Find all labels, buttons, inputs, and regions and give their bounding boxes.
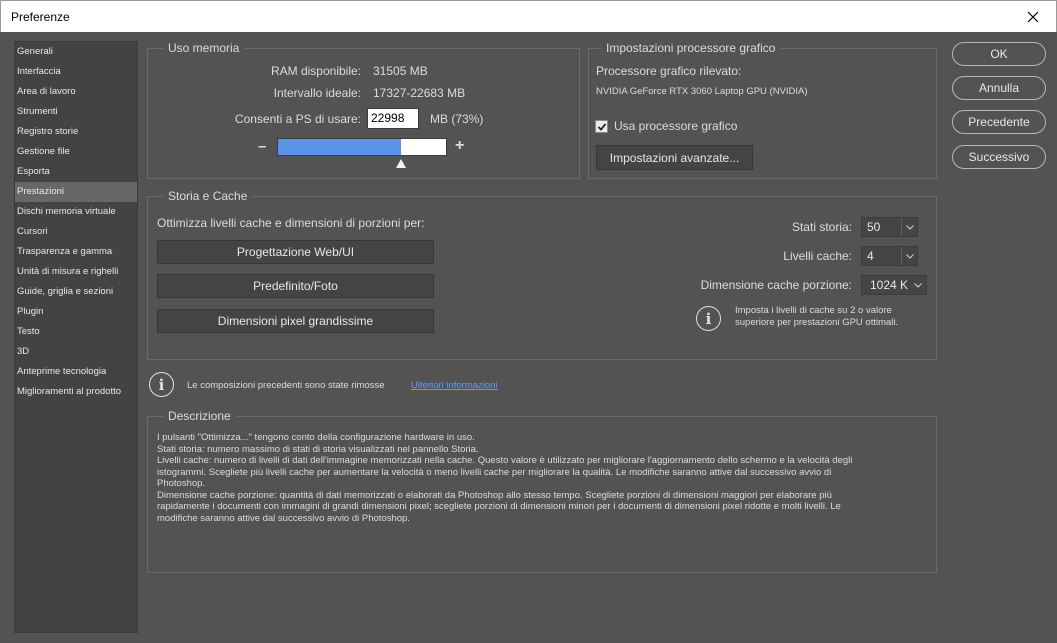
close-icon (1027, 11, 1039, 22)
cache-levels-label: Livelli cache: (783, 249, 852, 263)
description-text: I pulsanti "Ottimizza..." tengono conto … (157, 432, 932, 524)
history-states-label: Stati storia: (791, 220, 852, 234)
cache-hint-line2: superiore per prestazioni GPU ottimali. (735, 317, 899, 328)
next-button[interactable]: Successivo (952, 145, 1046, 169)
sidebar-item[interactable]: Cursori (15, 222, 137, 242)
use-gpu-checkbox[interactable] (595, 120, 608, 133)
optimize-default-photo-button[interactable]: Predefinito/Foto (157, 274, 434, 298)
description-line: Photoshop. (157, 478, 206, 489)
sidebar-item[interactable]: Anteprime tecnologia (15, 362, 137, 382)
optimize-label: Ottimizza livelli cache e dimensioni di … (157, 216, 425, 230)
ok-button[interactable]: OK (952, 42, 1046, 66)
notice-text: Le composizioni precedenti sono state ri… (187, 380, 385, 391)
allow-ps-unit: MB (73%) (430, 112, 484, 126)
previous-button[interactable]: Precedente (952, 110, 1046, 134)
allow-ps-label: Consenti a PS di usare: (234, 112, 361, 126)
sidebar-item[interactable]: Registro storie (15, 122, 137, 142)
gpu-detected-label: Processore grafico rilevato: (596, 64, 742, 78)
description-line: I pulsanti "Ottimizza..." tengono conto … (157, 432, 475, 443)
tile-size-value: 1024 K (870, 278, 909, 292)
window-title: Preferenze (11, 10, 70, 24)
ram-available-label: RAM disponibile: (270, 64, 361, 78)
sidebar-item[interactable]: Unità di misura e righelli (15, 262, 137, 282)
tile-size-label: Dimensione cache porzione: (700, 278, 852, 292)
more-info-link[interactable]: Ulteriori informazioni (411, 380, 498, 391)
memory-usage-legend: Uso memoria (163, 41, 245, 56)
cancel-button[interactable]: Annulla (952, 76, 1046, 100)
sidebar-item[interactable]: Prestazioni (15, 182, 137, 202)
sidebar-item[interactable]: Strumenti (15, 102, 137, 122)
info-icon: i (696, 306, 721, 331)
sidebar-item[interactable]: 3D (15, 342, 137, 362)
sidebar-item[interactable]: Trasparenza e gamma (15, 242, 137, 262)
sidebar-item[interactable]: Plugin (15, 302, 137, 322)
ram-available-value: 31505 MB (373, 64, 428, 78)
history-states-select[interactable]: 50 (861, 217, 918, 237)
cache-hint-line1: Imposta i livelli di cache su 2 o valore (735, 305, 892, 316)
title-bar: Preferenze (0, 0, 1057, 32)
optimize-web-ui-button[interactable]: Progettazione Web/UI (157, 240, 434, 264)
sidebar-item[interactable]: Guide, griglia e sezioni (15, 282, 137, 302)
sidebar-item[interactable]: Testo (15, 322, 137, 342)
ideal-range-value: 17327-22683 MB (373, 86, 466, 100)
cache-levels-value: 4 (867, 249, 874, 263)
memory-usage-group: Uso memoria (147, 41, 580, 179)
optimize-huge-pixel-button[interactable]: Dimensioni pixel grandissime (157, 309, 434, 333)
chevron-down-icon (901, 247, 917, 265)
history-states-value: 50 (867, 220, 881, 234)
sidebar-item[interactable]: Esporta (15, 162, 137, 182)
cache-levels-select[interactable]: 4 (861, 246, 918, 266)
history-cache-legend: Storia e Cache (163, 189, 253, 204)
chevron-down-icon (901, 218, 917, 236)
gpu-detected-value: NVIDIA GeForce RTX 3060 Laptop GPU (NVID… (596, 86, 808, 97)
chevron-down-icon (910, 276, 926, 294)
sidebar-item[interactable]: Dischi memoria virtuale (15, 202, 137, 222)
info-icon: i (149, 372, 174, 397)
close-button[interactable] (1010, 1, 1056, 32)
description-legend: Descrizione (163, 409, 236, 424)
checkmark-icon (597, 122, 606, 131)
slider-increase[interactable]: + (455, 137, 464, 155)
advanced-settings-button[interactable]: Impostazioni avanzate... (596, 145, 753, 170)
preferences-sidebar: Generali Interfaccia Area di lavoro Strumen… (14, 41, 138, 633)
description-line: Stati storia: numero massimo di stati di… (157, 443, 479, 455)
use-gpu-label[interactable]: Usa processore grafico (614, 119, 737, 133)
sidebar-item[interactable]: Gestione file (15, 142, 137, 162)
sidebar-item[interactable]: Generali (15, 42, 137, 62)
gpu-settings-legend: Impostazioni processore grafico (601, 41, 781, 56)
memory-slider[interactable] (277, 138, 447, 156)
description-line: Dimensione cache porzione: quantità di d… (157, 489, 832, 501)
sidebar-item[interactable]: Miglioramenti al prodotto (15, 382, 137, 402)
description-line: modifiche saranno attive dal successivo … (157, 512, 410, 524)
allow-ps-input[interactable]: 22998 (367, 108, 419, 129)
ideal-range-label: Intervallo ideale: (273, 86, 361, 100)
memory-slider-thumb[interactable] (396, 159, 406, 168)
sidebar-item[interactable]: Area di lavoro (15, 82, 137, 102)
tile-size-select[interactable]: 1024 K (861, 275, 927, 295)
description-line: istogrammi. Scegliete più livelli cache … (157, 466, 832, 478)
description-line: Livelli cache: numero di livelli di dati… (157, 455, 853, 466)
description-line: rapidamente i documenti con immagini di … (157, 501, 841, 512)
memory-slider-fill (278, 139, 401, 155)
slider-decrease[interactable]: – (258, 138, 266, 155)
sidebar-item[interactable]: Interfaccia (15, 62, 137, 82)
